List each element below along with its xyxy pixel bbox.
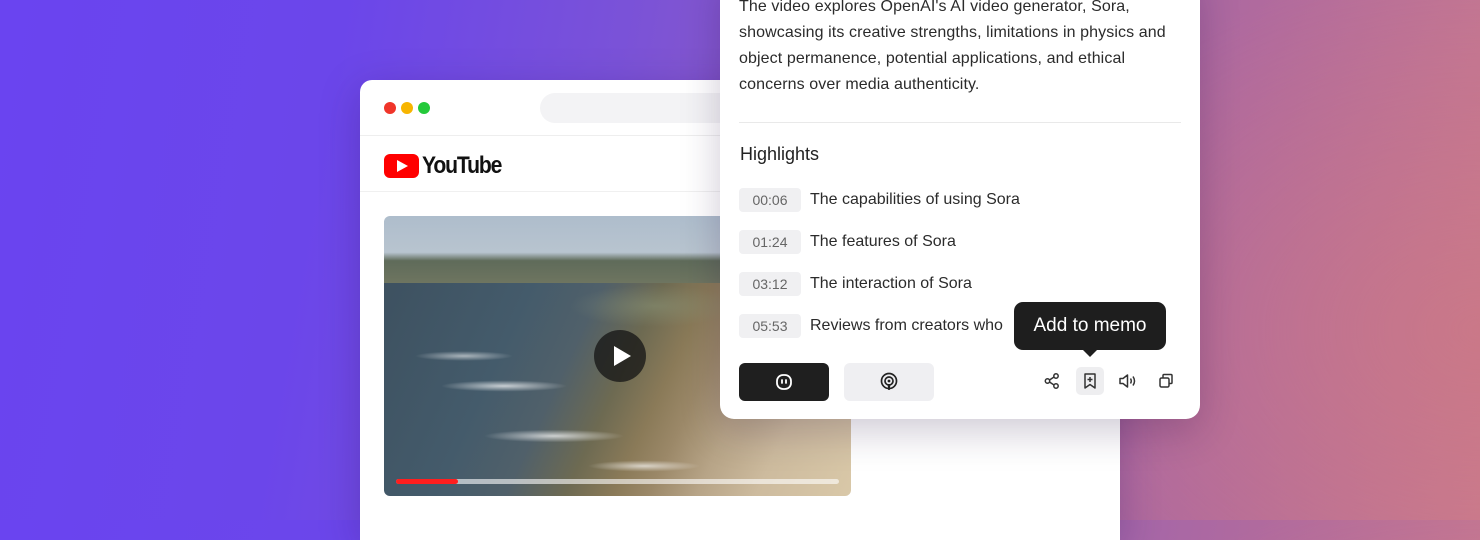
highlight-text: The capabilities of using Sora	[810, 191, 1020, 208]
highlight-timestamp[interactable]: 00:06	[739, 188, 801, 212]
add-memo-icon	[1084, 373, 1096, 389]
podcast-button[interactable]	[844, 363, 934, 401]
podcast-icon	[880, 372, 898, 390]
add-to-memo-tooltip: Add to memo	[1014, 302, 1166, 357]
highlight-item[interactable]: 01:24 The features of Sora	[739, 230, 956, 254]
speaker-icon	[1119, 374, 1136, 388]
highlight-timestamp[interactable]: 05:53	[739, 314, 801, 338]
highlight-text: The interaction of Sora	[810, 275, 972, 292]
minimize-window-button[interactable]	[401, 102, 413, 114]
share-icon	[1044, 373, 1059, 389]
copy-icon	[1159, 373, 1173, 388]
highlight-timestamp[interactable]: 03:12	[739, 272, 801, 296]
copy-button[interactable]	[1152, 367, 1180, 395]
highlights-title: Highlights	[740, 144, 820, 164]
chat-button[interactable]	[739, 363, 829, 401]
share-button[interactable]	[1038, 367, 1066, 395]
video-progress-bar[interactable]	[396, 479, 839, 484]
highlight-item[interactable]: 05:53 Reviews from creators who	[739, 314, 1003, 338]
read-aloud-button[interactable]	[1114, 367, 1142, 395]
close-window-button[interactable]	[384, 102, 396, 114]
highlight-text: The features of Sora	[810, 233, 956, 250]
maximize-window-button[interactable]	[418, 102, 430, 114]
summary-card: The video explores OpenAI's AI video gen…	[720, 0, 1200, 419]
youtube-play-icon	[384, 154, 419, 178]
video-progress-fill	[396, 479, 459, 484]
divider	[739, 122, 1181, 123]
highlight-item[interactable]: 00:06 The capabilities of using Sora	[739, 188, 1020, 212]
chat-bubble-icon	[776, 374, 792, 390]
highlight-timestamp[interactable]: 01:24	[739, 230, 801, 254]
highlight-item[interactable]: 03:12 The interaction of Sora	[739, 272, 972, 296]
add-to-memo-button[interactable]	[1076, 367, 1104, 395]
play-icon[interactable]	[594, 330, 646, 382]
highlight-text: Reviews from creators who	[810, 317, 1003, 334]
youtube-logo[interactable]: YouTube	[384, 152, 512, 180]
video-summary-text: The video explores OpenAI's AI video gen…	[739, 0, 1166, 93]
youtube-wordmark: YouTube	[422, 152, 502, 179]
